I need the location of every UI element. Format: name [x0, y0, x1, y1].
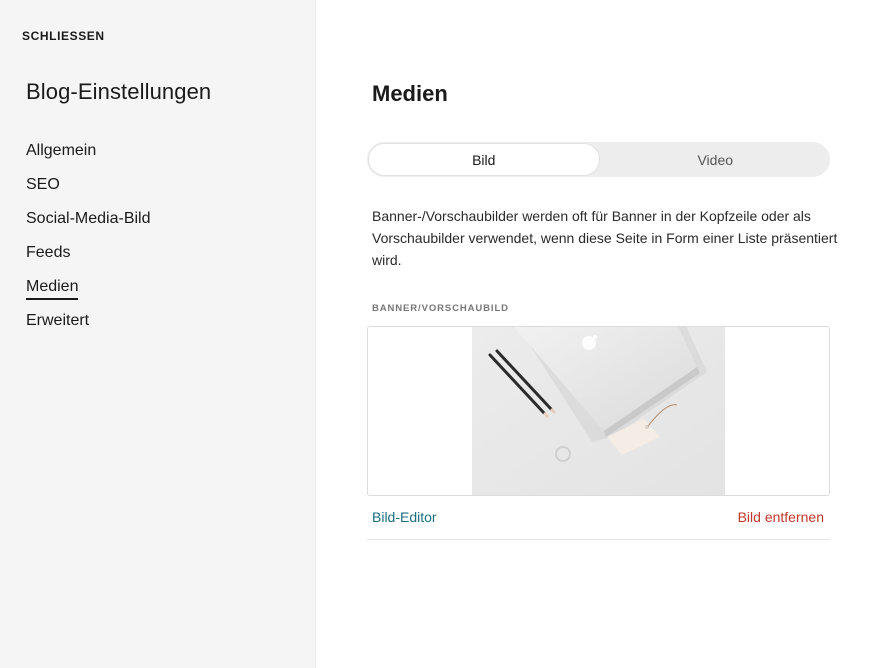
sidebar-item-label: Social-Media-Bild	[26, 210, 151, 227]
tab-bild[interactable]: Bild	[368, 143, 600, 176]
sidebar-item-allgemein[interactable]: Allgemein	[26, 141, 151, 175]
banner-image-container	[367, 326, 830, 496]
settings-nav: Allgemein SEO Social-Media-Bild Feeds Me…	[26, 141, 151, 345]
media-type-toggle: Bild Video	[367, 142, 830, 177]
sidebar-item-seo[interactable]: SEO	[26, 175, 151, 209]
sidebar-item-label: Allgemein	[26, 142, 97, 159]
sidebar-item-feeds[interactable]: Feeds	[26, 243, 151, 277]
banner-image-thumbnail[interactable]	[472, 327, 725, 495]
sidebar-title: Blog-Einstellungen	[26, 79, 212, 104]
page-title: Medien	[372, 81, 448, 106]
settings-sidebar: SCHLIESSEN Blog-Einstellungen Allgemein …	[0, 0, 316, 668]
remove-image-link[interactable]: Bild entfernen	[738, 509, 824, 525]
sidebar-item-label: Feeds	[26, 244, 71, 261]
banner-field-label: BANNER/VORSCHAUBILD	[372, 303, 509, 314]
sidebar-item-erweitert[interactable]: Erweitert	[26, 311, 151, 345]
sidebar-item-medien[interactable]: Medien	[26, 277, 151, 311]
sidebar-item-label: Medien	[26, 277, 79, 300]
banner-image-actions: Bild-Editor Bild entfernen	[367, 509, 830, 540]
tab-video[interactable]: Video	[601, 142, 831, 177]
media-description: Banner-/Vorschaubilder werden oft für Ba…	[372, 208, 838, 268]
sidebar-item-social-media-bild[interactable]: Social-Media-Bild	[26, 209, 151, 243]
sidebar-item-label: SEO	[26, 176, 60, 193]
sidebar-item-label: Erweitert	[26, 312, 90, 329]
image-editor-link[interactable]: Bild-Editor	[372, 509, 437, 525]
main-panel: Medien Bild Video Banner-/Vorschaubilder…	[317, 0, 876, 668]
close-button[interactable]: SCHLIESSEN	[22, 29, 105, 43]
